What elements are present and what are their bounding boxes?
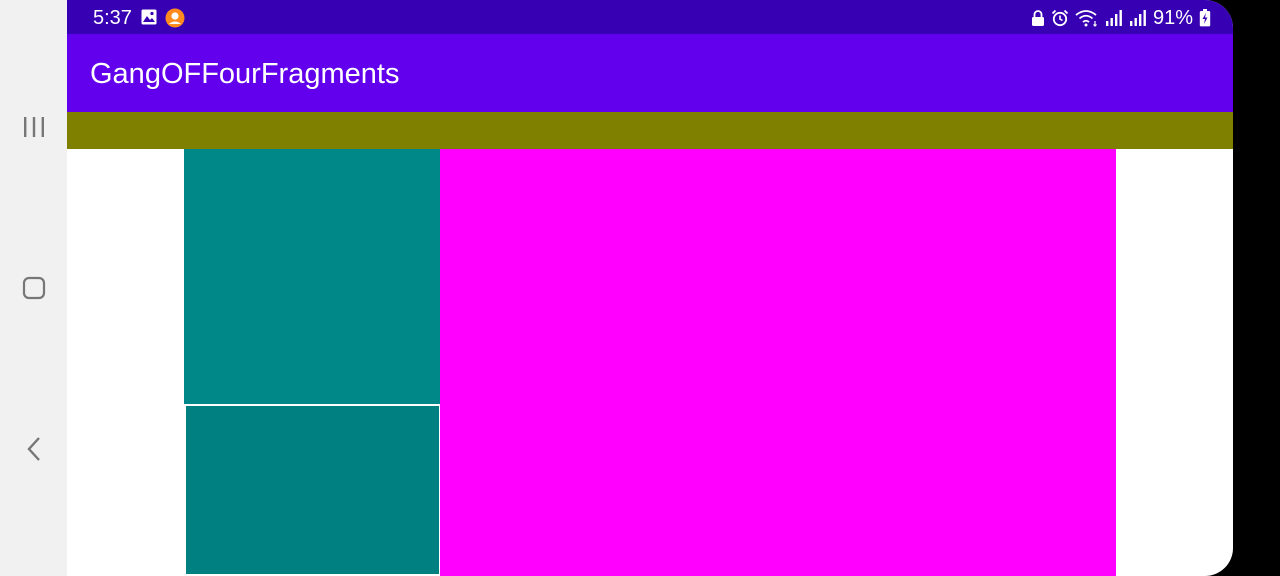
status-time: 5:37 — [93, 7, 132, 29]
fragment-left-top — [184, 149, 440, 405]
app-title: GangOFFourFragments — [90, 58, 400, 90]
wifi-icon — [1075, 10, 1097, 27]
back-icon — [27, 437, 40, 461]
lock-icon — [1031, 10, 1044, 26]
app-screen: 5:37 91% GangOFFourFragments — [67, 0, 1233, 576]
status-icons-right: 91% — [1031, 6, 1211, 30]
signal-icon — [1129, 10, 1146, 26]
home-icon — [22, 276, 46, 300]
battery-icon — [1199, 9, 1211, 27]
fragment-left-bottom — [184, 404, 441, 576]
recents-button[interactable] — [14, 107, 54, 147]
back-button[interactable] — [14, 429, 54, 469]
fragment-right — [440, 149, 1116, 576]
signal-icon — [1105, 10, 1122, 26]
status-bar: 5:37 91% — [67, 0, 1233, 34]
gallery-icon — [141, 9, 157, 25]
battery-percent: 91% — [1152, 7, 1193, 29]
app-notification-icon — [165, 8, 185, 28]
home-button[interactable] — [14, 268, 54, 308]
app-bar: GangOFFourFragments — [67, 34, 1233, 112]
alarm-icon — [1051, 9, 1069, 27]
recents-icon — [24, 117, 44, 137]
fragment-top — [67, 112, 1233, 149]
navigation-bar — [0, 0, 67, 576]
